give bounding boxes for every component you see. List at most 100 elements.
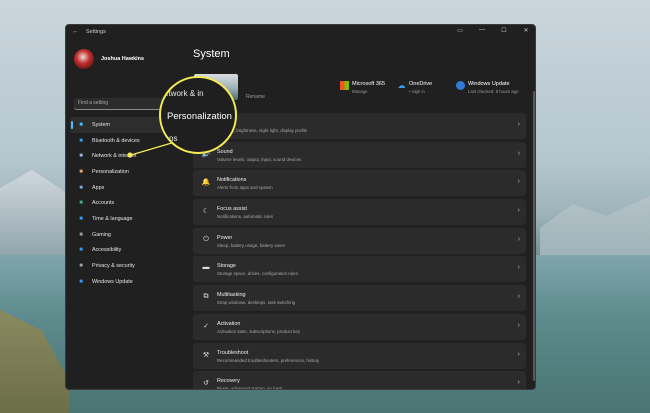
microsoft-icon <box>340 81 349 90</box>
search-input[interactable] <box>78 100 168 106</box>
quick-sub: Last checked: 9 hours ago <box>468 89 519 94</box>
sidebar-item-label: Apps <box>92 184 105 191</box>
minimize-button[interactable]: — <box>477 27 487 34</box>
settings-card-focus-assist[interactable]: ☾ Focus assist Notifications, automatic ru… <box>193 199 526 226</box>
sidebar-item-label: Time & language <box>92 215 133 222</box>
sidebar-item-apps[interactable]: ■ Apps <box>70 180 186 196</box>
brush-icon: ■ <box>79 168 83 175</box>
back-arrow-icon[interactable]: ← <box>72 28 79 35</box>
accessibility-icon: ■ <box>79 247 83 254</box>
quick-title: Microsoft 365 <box>352 81 386 87</box>
quick-microsoft365[interactable]: Microsoft 365 Manage <box>340 81 386 94</box>
quick-windows-update[interactable]: Windows Update Last checked: 9 hours ago <box>456 81 519 94</box>
sidebar-item-accounts[interactable]: ■ Accounts <box>70 195 186 211</box>
chevron-right-icon: › <box>517 293 520 301</box>
magnified-apps-label: ps <box>169 134 178 143</box>
sidebar-item-label: Accessibility <box>92 247 122 254</box>
settings-card-storage[interactable]: ▬ Storage Storage space, drives, configura… <box>193 256 526 283</box>
rename-link[interactable]: Rename <box>246 94 265 100</box>
update-icon <box>456 81 465 90</box>
chevron-right-icon: › <box>517 149 520 157</box>
card-title: Troubleshoot <box>217 349 249 356</box>
settings-card-notifications[interactable]: 🔔 Notifications Alerts from apps and syste… <box>193 170 526 197</box>
sidebar-item-time-language[interactable]: ■ Time & language <box>70 211 186 227</box>
card-description: Storage space, drives, configuration rul… <box>217 271 298 277</box>
recovery-icon: ↺ <box>203 380 209 388</box>
sidebar-item-personalization[interactable]: ■ Personalization <box>70 164 186 180</box>
bluetooth-icon: ■ <box>79 137 83 144</box>
sidebar-item-label: Personalization <box>92 168 129 175</box>
main-panel: System Rename Microsoft 365 Manage ☁ One… <box>191 41 535 390</box>
activation-icon: ✓ <box>203 322 209 330</box>
card-title: Focus assist <box>217 206 247 213</box>
chevron-right-icon: › <box>517 207 520 215</box>
accounts-icon: ■ <box>79 200 83 207</box>
apps-icon: ■ <box>79 184 83 191</box>
sidebar-item-label: Bluetooth & devices <box>92 137 140 144</box>
quick-sub: Manage <box>352 89 368 94</box>
card-description: Activation state, subscriptions, product… <box>217 328 300 334</box>
settings-card-troubleshoot[interactable]: ⚒ Troubleshoot Recommended troubleshooters… <box>193 342 526 369</box>
power-icon: ⏻ <box>203 235 209 243</box>
chevron-right-icon: › <box>517 178 520 186</box>
storage-icon: ▬ <box>202 264 210 272</box>
settings-card-display[interactable]: ▭DisplayMonitors, brightness, night ligh… <box>193 113 526 139</box>
page-title: System <box>193 48 230 60</box>
card-title: Activation <box>217 320 241 327</box>
maximize-button[interactable]: ☐ <box>499 27 509 34</box>
card-description: Reset, advanced startup, go back <box>217 386 283 390</box>
quick-sub: • Sign in <box>409 89 425 94</box>
card-title: Recovery <box>217 378 240 385</box>
card-description: Sleep, battery usage, battery saver <box>217 242 286 248</box>
gaming-icon: ■ <box>79 231 83 238</box>
window-controls: ▭ — ☐ ✕ <box>455 27 531 34</box>
settings-card-power[interactable]: ⏻ Power Sleep, battery usage, battery save… <box>193 227 526 254</box>
card-title: Sound <box>217 148 233 155</box>
card-title: Multitasking <box>217 292 246 299</box>
settings-card-multitasking[interactable]: ⧉ Multitasking Snap windows, desktops, tas… <box>193 285 526 312</box>
sidebar-item-label: Gaming <box>92 231 111 238</box>
sidebar-item-label: Privacy & security <box>92 263 135 270</box>
update-icon: ■ <box>79 278 83 285</box>
chevron-right-icon: › <box>517 264 520 272</box>
sidebar-item-gaming[interactable]: ■ Gaming <box>70 227 186 243</box>
sidebar-item-privacy-security[interactable]: ■ Privacy & security <box>70 258 186 274</box>
scrollbar[interactable] <box>533 91 535 381</box>
sidebar-item-network-internet[interactable]: ■ Network & internet <box>70 148 186 164</box>
sidebar-item-windows-update[interactable]: ■ Windows Update <box>70 274 186 290</box>
card-description: Recommended troubleshooters, preferences… <box>217 357 320 363</box>
card-title: Power <box>217 234 233 241</box>
card-title: Notifications <box>217 177 247 184</box>
quick-title: Windows Update <box>468 81 510 87</box>
magnifier-callout: etwork & in Personalization ps <box>159 76 237 154</box>
settings-card-recovery[interactable]: ↺ Recovery Reset, advanced startup, go bac… <box>193 371 526 390</box>
settings-card-activation[interactable]: ✓ Activation Activation state, subscriptio… <box>193 313 526 340</box>
card-description: Notifications, automatic rules <box>217 214 274 220</box>
close-button[interactable]: ✕ <box>521 27 531 34</box>
quick-onedrive[interactable]: ☁ OneDrive • Sign in <box>398 81 433 94</box>
card-description: Snap windows, desktops, task switching <box>217 300 296 306</box>
snap-icon[interactable]: ▭ <box>455 27 465 34</box>
sidebar-item-label: Windows Update <box>92 278 133 285</box>
chevron-right-icon: › <box>517 379 520 387</box>
settings-card-sound[interactable]: 🔊 Sound Volume levels, output, input, soun… <box>193 141 526 168</box>
magnified-network-label: etwork & in <box>164 89 204 98</box>
magnified-personalization-label: Personalization <box>167 111 232 122</box>
card-title: Storage <box>217 263 236 270</box>
chevron-right-icon: › <box>517 121 520 128</box>
user-name: Joshua Hawkins <box>101 56 145 62</box>
time-icon: ■ <box>79 215 83 222</box>
window-title: Settings <box>86 29 106 35</box>
chevron-right-icon: › <box>517 350 520 358</box>
onedrive-icon: ☁ <box>397 81 406 90</box>
sidebar-item-accessibility[interactable]: ■ Accessibility <box>70 243 186 259</box>
title-bar: ← Settings ▭ — ☐ ✕ <box>66 25 535 41</box>
sidebar-item-label: System <box>92 121 110 128</box>
card-description: Volume levels, output, input, sound devi… <box>217 156 302 162</box>
wrench-icon: ⚒ <box>202 351 210 359</box>
quick-title: OneDrive <box>409 81 433 87</box>
sidebar-item-label: Accounts <box>92 200 115 207</box>
chevron-right-icon: › <box>517 235 520 243</box>
user-profile[interactable]: Joshua Hawkins <box>74 49 144 69</box>
system-icon: ■ <box>79 121 83 128</box>
